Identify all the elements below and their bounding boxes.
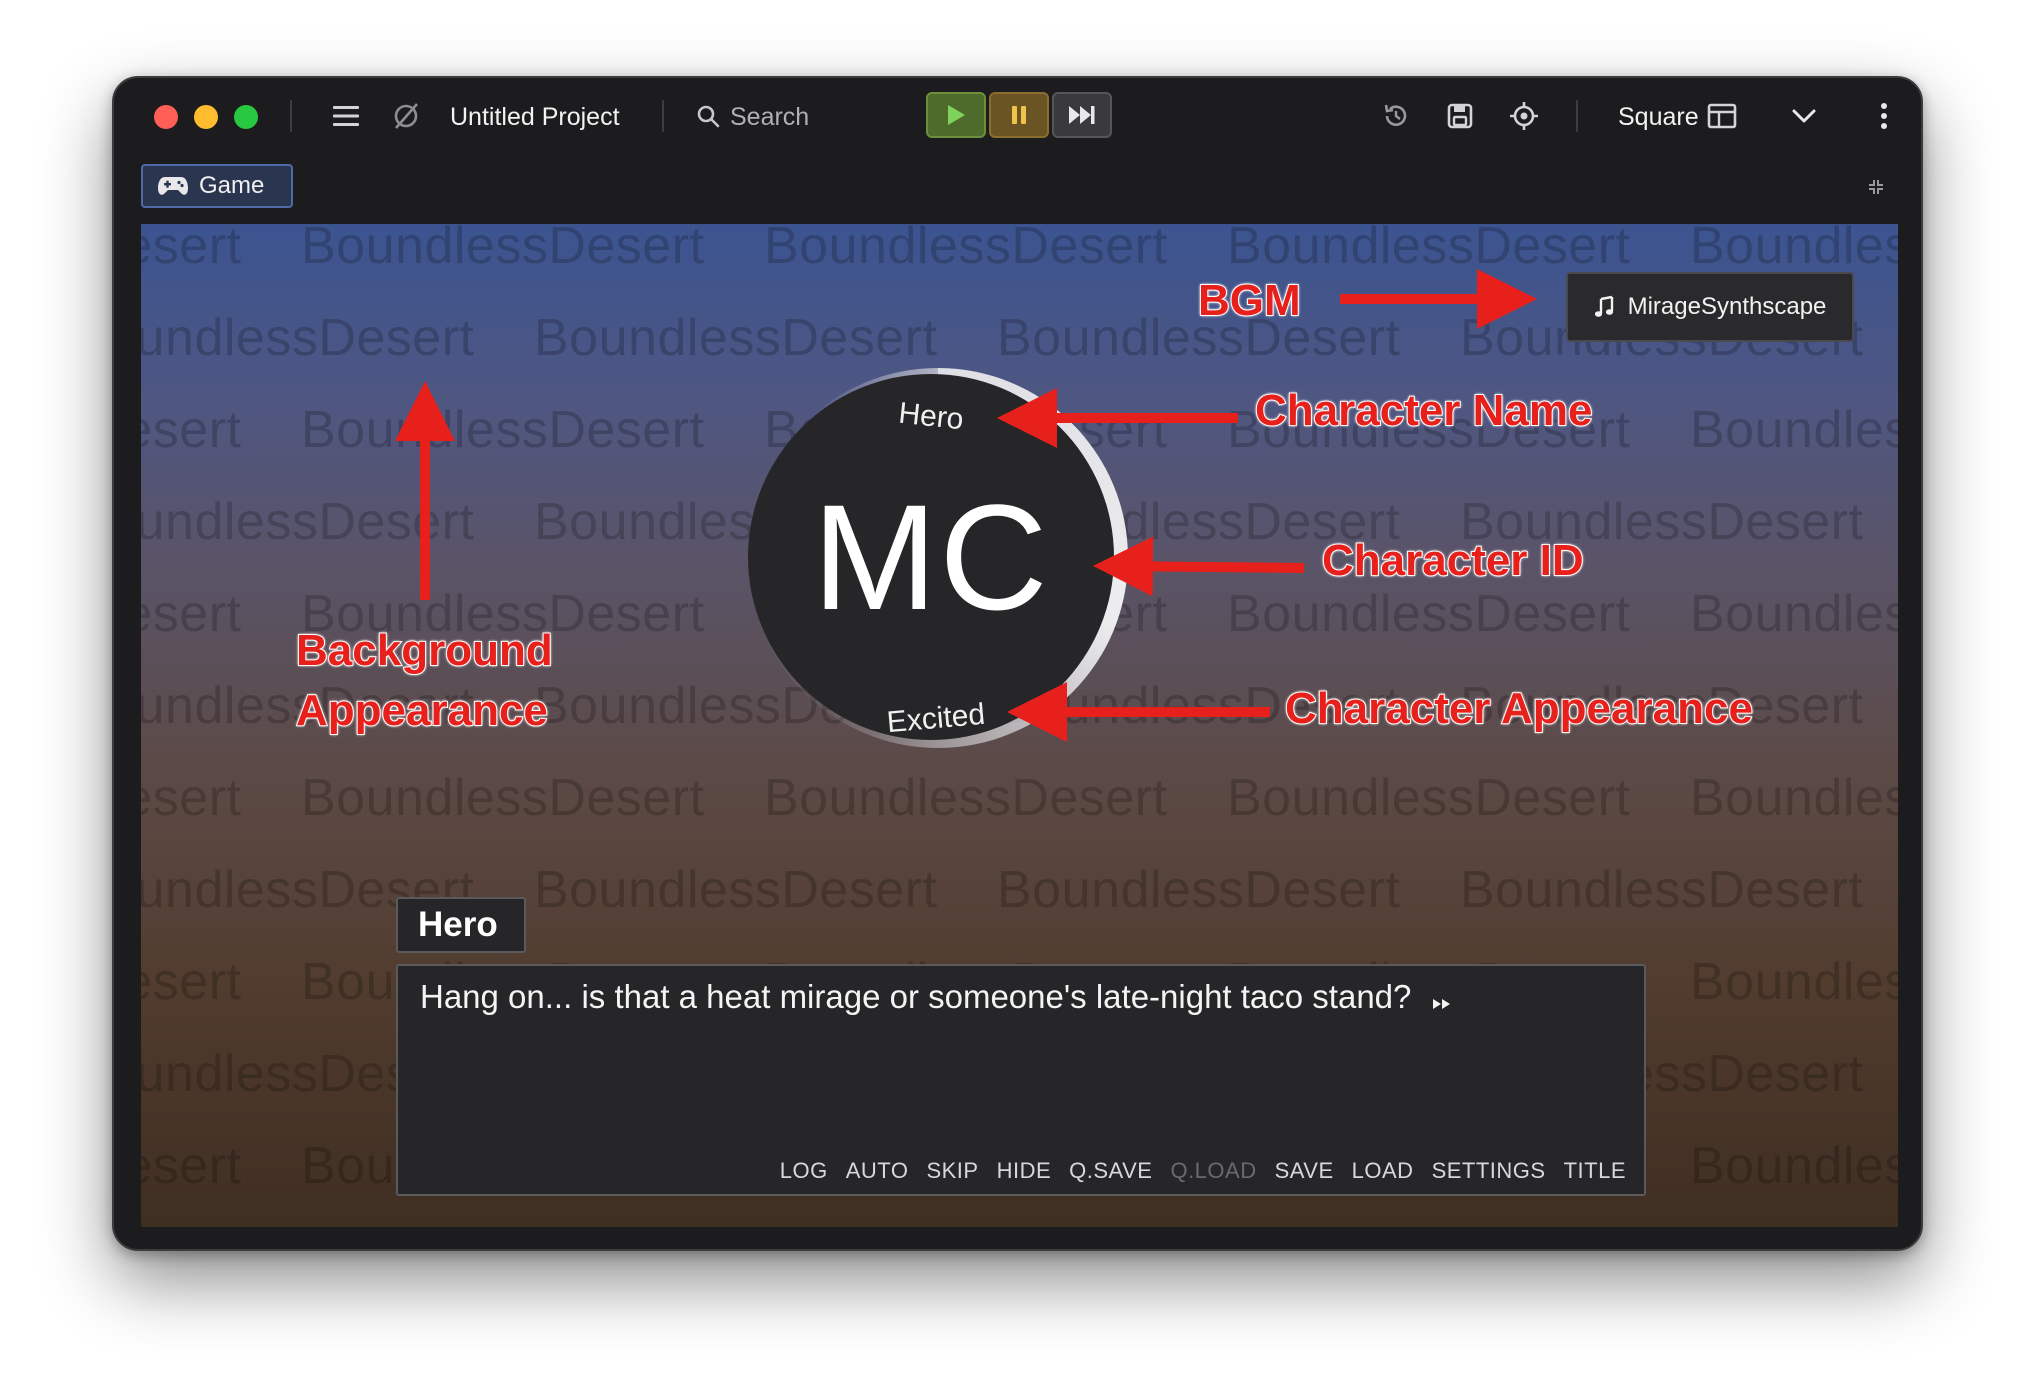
close-window-button[interactable] xyxy=(154,105,178,129)
watermark-text: BoundlessDesert xyxy=(141,769,242,827)
chevron-down-icon[interactable] xyxy=(1786,98,1822,134)
menu-item-qload[interactable]: Q.LOAD xyxy=(1170,1158,1256,1184)
menu-item-settings[interactable]: SETTINGS xyxy=(1432,1158,1546,1184)
divider xyxy=(290,100,292,132)
pause-button[interactable] xyxy=(989,92,1049,138)
watermark-text: BoundlessDesert xyxy=(1227,585,1631,643)
layout-panel-icon[interactable] xyxy=(1704,98,1740,134)
watermark-text: BoundlessDesert xyxy=(1227,224,1631,275)
watermark-row: BoundlessDesert BoundlessDesert BoundlessD… xyxy=(141,224,1898,276)
menu-item-load[interactable]: LOAD xyxy=(1352,1158,1414,1184)
watermark-text: BoundlessDesert xyxy=(534,309,938,367)
annotation-background-line1: Background xyxy=(295,625,554,676)
bgm-label: MirageSynthscape xyxy=(1627,293,1827,320)
tab-row: Game xyxy=(114,154,1921,220)
divider xyxy=(1576,100,1578,132)
menu-item-skip[interactable]: SKIP xyxy=(926,1158,978,1184)
tab-game[interactable]: Game xyxy=(141,164,293,208)
watermark-text: BoundlessDesert xyxy=(1690,1137,1898,1195)
menu-item-auto[interactable]: AUTO xyxy=(846,1158,909,1184)
no-project-icon xyxy=(388,98,424,134)
watermark-row: BoundlessDesert BoundlessDesert BoundlessD… xyxy=(141,768,1898,828)
project-title[interactable]: Untitled Project xyxy=(450,100,620,134)
annotation-character-appearance: Character Appearance xyxy=(1284,683,1754,734)
watermark-text: BoundlessDesert xyxy=(141,309,475,367)
watermark-text: BoundlessDesert xyxy=(301,224,705,275)
annotation-character-name: Character Name xyxy=(1254,385,1593,436)
crosshair-icon[interactable] xyxy=(1506,98,1542,134)
watermark-text: BoundlessDesert xyxy=(534,861,938,919)
watermark-text: BoundlessDesert xyxy=(141,1137,242,1195)
dialogue-box[interactable]: Hang on... is that a heat mirage or some… xyxy=(396,964,1646,1196)
speaker-name: Hero xyxy=(418,905,498,944)
watermark-text: BoundlessDesert xyxy=(141,493,475,551)
play-button[interactable] xyxy=(926,92,986,138)
speaker-namebox: Hero xyxy=(396,897,526,953)
tab-game-label: Game xyxy=(199,172,265,199)
watermark-text: BoundlessDesert xyxy=(1227,769,1631,827)
menu-item-title[interactable]: TITLE xyxy=(1564,1158,1626,1184)
watermark-text: BoundlessDesert xyxy=(997,861,1401,919)
watermark-text: BoundlessDesert xyxy=(1690,953,1898,1011)
watermark-text: BoundlessDesert xyxy=(141,585,242,643)
menu-item-hide[interactable]: HIDE xyxy=(997,1158,1052,1184)
search-icon[interactable] xyxy=(690,98,726,134)
menu-item-save[interactable]: SAVE xyxy=(1275,1158,1334,1184)
watermark-text: BoundlessDesert xyxy=(1690,769,1898,827)
pause-icon xyxy=(1012,106,1026,124)
continue-icon xyxy=(1432,999,1450,1009)
watermark-text: BoundlessDesert xyxy=(1690,401,1898,459)
play-icon xyxy=(948,105,965,125)
title-bar: Untitled Project Search Square xyxy=(114,78,1921,154)
music-note-icon xyxy=(1594,295,1613,317)
watermark-text: BoundlessDesert xyxy=(1460,861,1864,919)
watermark-text: BoundlessDesert xyxy=(764,769,1168,827)
watermark-text: BoundlessDesert xyxy=(141,401,242,459)
more-vertical-icon[interactable] xyxy=(1866,98,1902,134)
collapse-icon[interactable] xyxy=(1867,178,1885,196)
annotation-background-line2: Appearance xyxy=(295,685,549,736)
search-input[interactable]: Search xyxy=(730,100,809,134)
annotation-bgm: BGM xyxy=(1197,275,1302,326)
dialogue-text: Hang on... is that a heat mirage or some… xyxy=(420,978,1412,1015)
minimize-window-button[interactable] xyxy=(194,105,218,129)
divider xyxy=(662,100,664,132)
menu-item-qsave[interactable]: Q.SAVE xyxy=(1069,1158,1152,1184)
watermark-text: BoundlessDesert xyxy=(141,953,242,1011)
watermark-text: BoundlessDesert xyxy=(301,401,705,459)
save-disk-icon[interactable] xyxy=(1442,98,1478,134)
watermark-text: BoundlessDesert xyxy=(1690,224,1898,275)
maximize-window-button[interactable] xyxy=(234,105,258,129)
gamepad-icon xyxy=(158,177,188,195)
skip-forward-button[interactable] xyxy=(1052,92,1112,138)
bgm-badge: MirageSynthscape xyxy=(1566,272,1854,342)
playback-controls xyxy=(926,92,1112,138)
menu-item-log[interactable]: LOG xyxy=(780,1158,828,1184)
watermark-text: BoundlessDesert xyxy=(1690,585,1898,643)
watermark-text: BoundlessDesert xyxy=(764,224,1168,275)
dialogue-line: Hang on... is that a heat mirage or some… xyxy=(420,978,1453,1016)
skip-forward-icon xyxy=(1069,106,1095,124)
annotation-character-id: Character ID xyxy=(1321,535,1585,586)
watermark-text: BoundlessDesert xyxy=(141,224,242,275)
history-icon[interactable] xyxy=(1378,98,1414,134)
watermark-text: BoundlessDesert xyxy=(301,769,705,827)
menu-icon[interactable] xyxy=(328,98,364,134)
layout-label[interactable]: Square xyxy=(1618,100,1699,134)
dialogue-menu-bar: LOG AUTO SKIP HIDE Q.SAVE Q.LOAD SAVE LOAD SETTI… xyxy=(780,1158,1626,1184)
